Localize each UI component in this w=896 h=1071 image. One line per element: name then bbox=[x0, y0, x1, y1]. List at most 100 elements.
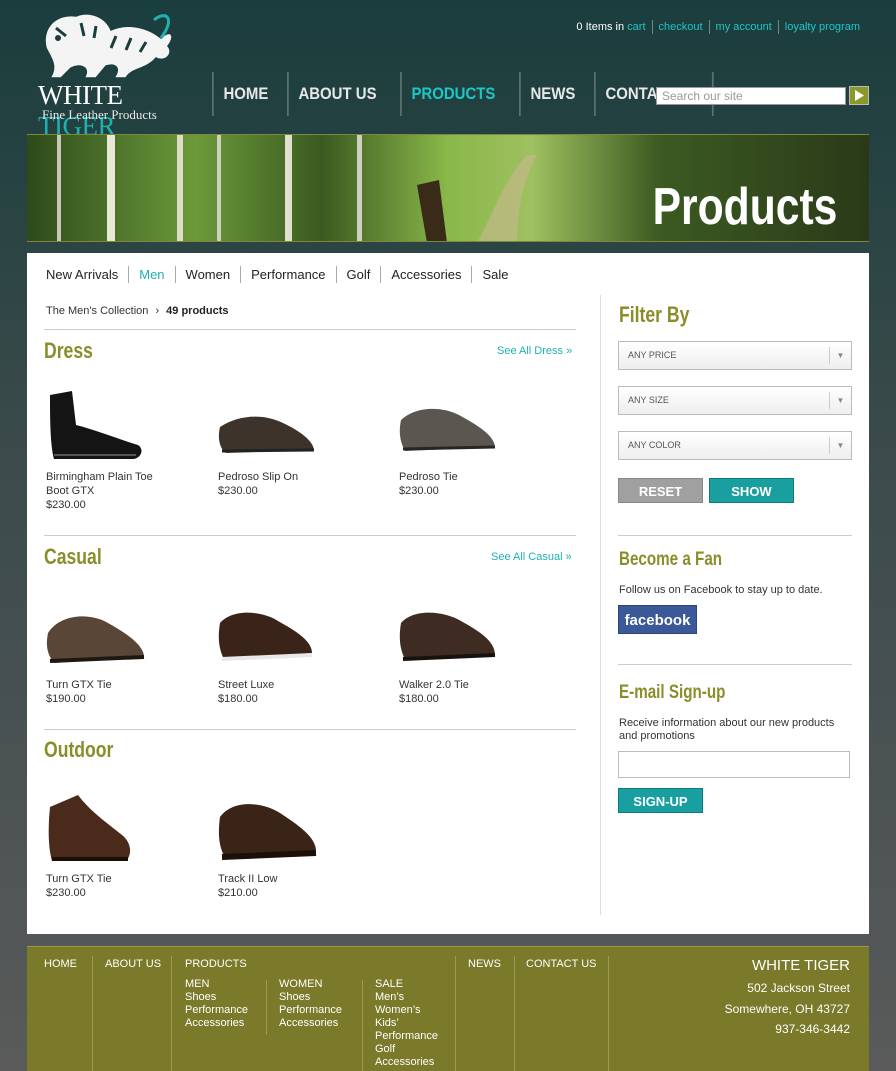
breadcrumb-separator: › bbox=[155, 305, 160, 317]
product-card[interactable]: Track II Low $210.00 bbox=[218, 787, 368, 900]
footer-link[interactable]: Performance bbox=[375, 1030, 438, 1043]
nav-about-us[interactable]: ABOUT US bbox=[287, 72, 386, 116]
size-select[interactable]: ANY SIZE ▼ bbox=[618, 386, 852, 415]
filter-title: Filter By bbox=[619, 302, 690, 327]
product-name: Pedroso Tie bbox=[399, 471, 458, 483]
product-name: Birmingham Plain Toe Boot GTX bbox=[46, 471, 153, 497]
shoe-image bbox=[399, 612, 496, 661]
footer-street: 502 Jackson Street bbox=[747, 981, 850, 995]
logo[interactable]: WHITE TIGER Fine Leather Products bbox=[36, 8, 181, 141]
divider bbox=[44, 729, 576, 730]
section-title-outdoor: Outdoor bbox=[44, 737, 114, 762]
product-card[interactable]: Pedroso Tie $230.00 bbox=[399, 385, 549, 498]
footer-link[interactable]: Shoes bbox=[279, 991, 342, 1004]
subnav-new-arrivals[interactable]: New Arrivals bbox=[46, 266, 128, 283]
subnav-sale[interactable]: Sale bbox=[471, 266, 518, 283]
footer-sale-group: SALE Men’s Women’s Kids’ Performance Gol… bbox=[375, 978, 438, 1069]
divider bbox=[618, 664, 852, 665]
hero-banner: Products bbox=[27, 134, 869, 242]
footer-divider bbox=[92, 956, 93, 1071]
product-name: Turn GTX Tie bbox=[46, 873, 112, 885]
subnav-women[interactable]: Women bbox=[174, 266, 241, 283]
shoe-image bbox=[50, 391, 142, 459]
product-price: $190.00 bbox=[46, 693, 86, 705]
footer-link[interactable]: Accessories bbox=[185, 1017, 248, 1030]
footer-divider bbox=[266, 980, 267, 1035]
subnav-men[interactable]: Men bbox=[128, 266, 174, 283]
product-name: Walker 2.0 Tie bbox=[399, 679, 469, 691]
footer-link[interactable]: Golf bbox=[375, 1043, 438, 1056]
subnav-accessories[interactable]: Accessories bbox=[380, 266, 471, 283]
footer-link[interactable]: Performance bbox=[279, 1004, 342, 1017]
my-account-link[interactable]: my account bbox=[710, 20, 779, 34]
footer-link[interactable]: Accessories bbox=[375, 1056, 438, 1069]
product-price: $230.00 bbox=[399, 485, 439, 497]
product-price: $230.00 bbox=[46, 499, 86, 511]
footer-divider bbox=[455, 956, 456, 1071]
sidebar-divider bbox=[600, 295, 601, 915]
category-subnav: New Arrivals Men Women Performance Golf … bbox=[46, 266, 518, 283]
footer-men-title[interactable]: MEN bbox=[185, 978, 248, 991]
price-select[interactable]: ANY PRICE ▼ bbox=[618, 341, 852, 370]
footer-link[interactable]: Accessories bbox=[279, 1017, 342, 1030]
shoe-image bbox=[218, 804, 317, 860]
product-name: Street Luxe bbox=[218, 679, 275, 691]
footer-sale-title[interactable]: SALE bbox=[375, 978, 438, 991]
product-name: Turn GTX Tie bbox=[46, 679, 112, 691]
footer-city: Somewhere, OH 43727 bbox=[724, 1002, 850, 1016]
product-card[interactable]: Turn GTX Tie $230.00 bbox=[46, 787, 196, 900]
footer-news[interactable]: NEWS bbox=[468, 958, 501, 970]
footer-divider bbox=[171, 956, 172, 1071]
banner-title: Products bbox=[652, 178, 837, 236]
product-card[interactable]: Walker 2.0 Tie $180.00 bbox=[399, 593, 549, 706]
footer-women-title[interactable]: WOMEN bbox=[279, 978, 342, 991]
footer-contact-us[interactable]: CONTACT US bbox=[526, 958, 597, 970]
search-submit-button[interactable] bbox=[849, 86, 869, 105]
top-links: 0 Items in cart checkout my account loya… bbox=[570, 20, 866, 34]
cart-status: 0 Items in cart bbox=[570, 20, 653, 34]
section-title-dress: Dress bbox=[44, 338, 93, 363]
product-card[interactable]: Birmingham Plain Toe Boot GTX $230.00 bbox=[46, 385, 196, 512]
footer-home[interactable]: HOME bbox=[44, 958, 77, 970]
loyalty-program-link[interactable]: loyalty program bbox=[779, 20, 866, 34]
footer-link[interactable]: Men’s bbox=[375, 991, 438, 1004]
footer-products[interactable]: PRODUCTS bbox=[185, 958, 247, 970]
chevron-down-icon: ▼ bbox=[829, 392, 851, 409]
see-all-dress-link[interactable]: See All Dress » bbox=[497, 345, 572, 357]
footer-link[interactable]: Performance bbox=[185, 1004, 248, 1017]
brand-tagline: Fine Leather Products bbox=[42, 107, 157, 122]
show-button[interactable]: SHOW bbox=[709, 478, 794, 503]
checkout-link[interactable]: checkout bbox=[653, 20, 710, 34]
footer-men-group: MEN Shoes Performance Accessories bbox=[185, 978, 248, 1030]
reset-button[interactable]: RESET bbox=[618, 478, 703, 503]
signup-button[interactable]: SIGN-UP bbox=[618, 788, 703, 813]
subnav-performance[interactable]: Performance bbox=[240, 266, 335, 283]
divider bbox=[44, 329, 576, 330]
search-input[interactable]: Search our site bbox=[656, 87, 846, 105]
footer-link[interactable]: Shoes bbox=[185, 991, 248, 1004]
shoe-image bbox=[218, 416, 315, 453]
chevron-down-icon: ▼ bbox=[829, 347, 851, 364]
footer-about-us[interactable]: ABOUT US bbox=[105, 958, 161, 970]
chevron-down-icon: ▼ bbox=[829, 437, 851, 454]
cart-link[interactable]: cart bbox=[627, 21, 645, 33]
product-card[interactable]: Pedroso Slip On $230.00 bbox=[218, 385, 368, 498]
see-all-casual-link[interactable]: See All Casual » bbox=[491, 551, 572, 563]
product-card[interactable]: Street Luxe $180.00 bbox=[218, 593, 368, 706]
color-select[interactable]: ANY COLOR ▼ bbox=[618, 431, 852, 460]
shoe-image bbox=[46, 616, 145, 663]
footer-link[interactable]: Kids’ bbox=[375, 1017, 438, 1030]
footer-link[interactable]: Women’s bbox=[375, 1004, 438, 1017]
footer-divider bbox=[362, 980, 363, 1071]
footer-phone: 937-346-3442 bbox=[775, 1022, 850, 1036]
product-card[interactable]: Turn GTX Tie $190.00 bbox=[46, 593, 196, 706]
breadcrumb-collection[interactable]: The Men's Collection bbox=[46, 305, 148, 317]
email-field[interactable] bbox=[618, 751, 850, 778]
facebook-button[interactable]: facebook bbox=[618, 605, 697, 634]
divider bbox=[44, 535, 576, 536]
subnav-golf[interactable]: Golf bbox=[335, 266, 381, 283]
nav-products[interactable]: PRODUCTS bbox=[399, 72, 505, 116]
nav-news[interactable]: NEWS bbox=[519, 72, 585, 116]
nav-home[interactable]: HOME bbox=[212, 72, 278, 116]
product-name: Pedroso Slip On bbox=[218, 471, 299, 483]
